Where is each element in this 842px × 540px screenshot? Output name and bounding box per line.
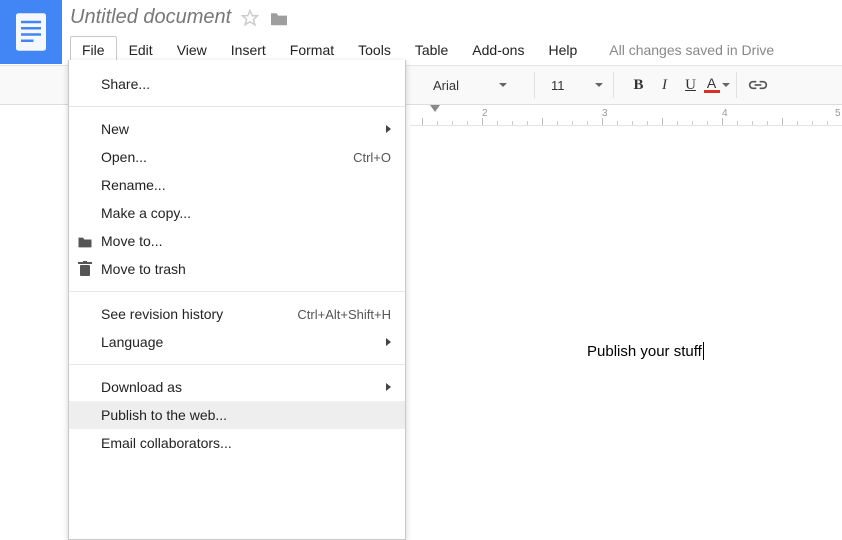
menu-separator <box>69 291 405 292</box>
ruler-tick <box>647 121 648 125</box>
menu-item-rename[interactable]: Rename... <box>69 171 405 199</box>
menu-item-download-as[interactable]: Download as <box>69 373 405 401</box>
menu-label: Download as <box>101 379 182 395</box>
text-format-group: B I U A <box>620 72 737 98</box>
menu-addons[interactable]: Add-ons <box>460 36 536 64</box>
text-color-button[interactable]: A <box>704 72 730 98</box>
menu-item-move-to[interactable]: Move to... <box>69 227 405 255</box>
font-size-value: 11 <box>551 78 565 93</box>
ruler-tick <box>542 118 543 125</box>
title-row: Untitled document <box>70 6 289 29</box>
italic-button[interactable]: I <box>652 72 678 98</box>
document-title[interactable]: Untitled document <box>70 6 231 29</box>
chevron-down-icon <box>499 83 507 87</box>
text-color-bar <box>704 90 720 93</box>
insert-link-button[interactable] <box>743 72 773 98</box>
ruler-tick <box>632 121 633 125</box>
move-folder-icon[interactable] <box>269 10 289 26</box>
menu-separator <box>69 106 405 107</box>
chevron-down-icon <box>722 83 730 87</box>
submenu-arrow-icon <box>386 338 391 346</box>
menu-shortcut: Ctrl+Alt+Shift+H <box>297 307 391 322</box>
menu-label: Open... <box>101 149 147 165</box>
menu-item-share[interactable]: Share... <box>69 70 405 98</box>
ruler-tick <box>812 121 813 125</box>
document-text[interactable]: Publish your stuff <box>587 342 704 360</box>
submenu-arrow-icon <box>386 383 391 391</box>
indent-marker-icon[interactable] <box>430 105 440 112</box>
menu-table[interactable]: Table <box>403 36 460 64</box>
ruler-tick <box>452 121 453 125</box>
file-dropdown-menu: Share... New Open... Ctrl+O Rename... Ma… <box>68 60 406 540</box>
chevron-down-icon <box>595 83 603 87</box>
menu-item-revision-history[interactable]: See revision history Ctrl+Alt+Shift+H <box>69 300 405 328</box>
trash-icon <box>77 261 93 277</box>
menu-label: Move to... <box>101 233 162 249</box>
menu-label: New <box>101 121 129 137</box>
menu-label: Share... <box>101 76 150 92</box>
menu-item-publish-web[interactable]: Publish to the web... <box>69 401 405 429</box>
docs-icon <box>16 13 46 51</box>
ruler-tick <box>767 121 768 125</box>
menu-item-make-copy[interactable]: Make a copy... <box>69 199 405 227</box>
menu-item-open[interactable]: Open... Ctrl+O <box>69 143 405 171</box>
menu-item-move-trash[interactable]: Move to trash <box>69 255 405 283</box>
text-color-letter: A <box>707 77 716 89</box>
ruler-tick <box>722 118 723 125</box>
ruler-tick <box>497 121 498 125</box>
ruler[interactable]: 2 3 4 5 <box>410 106 842 126</box>
ruler-tick <box>572 121 573 125</box>
menu-shortcut: Ctrl+O <box>353 150 391 165</box>
ruler-tick <box>662 118 663 125</box>
ruler-tick <box>617 121 618 125</box>
ruler-tick <box>737 121 738 125</box>
ruler-tick <box>782 118 783 125</box>
ruler-tick <box>677 121 678 125</box>
save-status: All changes saved in Drive <box>609 42 774 58</box>
ruler-tick <box>437 121 438 125</box>
ruler-tick <box>557 121 558 125</box>
menu-label: See revision history <box>101 306 223 322</box>
star-icon[interactable] <box>241 9 259 27</box>
ruler-tick <box>512 121 513 125</box>
ruler-label: 5 <box>835 108 841 119</box>
ruler-tick <box>707 121 708 125</box>
document-text-content: Publish your stuff <box>587 343 702 360</box>
menu-label: Move to trash <box>101 261 186 277</box>
ruler-tick <box>422 118 423 125</box>
bold-button[interactable]: B <box>626 72 652 98</box>
ruler-tick <box>587 121 588 125</box>
ruler-tick <box>797 121 798 125</box>
menu-label: Make a copy... <box>101 205 191 221</box>
ruler-tick <box>482 118 483 125</box>
menu-help[interactable]: Help <box>536 36 589 64</box>
font-size-select[interactable]: 11 <box>541 72 614 98</box>
document-canvas[interactable]: Publish your stuff <box>410 126 842 539</box>
menu-separator <box>69 364 405 365</box>
ruler-tick <box>752 121 753 125</box>
menu-item-email-collaborators[interactable]: Email collaborators... <box>69 429 405 457</box>
folder-icon <box>77 233 93 249</box>
ruler-tick <box>602 118 603 125</box>
menu-label: Publish to the web... <box>101 407 227 423</box>
menu-label: Rename... <box>101 177 166 193</box>
underline-button[interactable]: U <box>678 72 704 98</box>
menu-label: Language <box>101 334 163 350</box>
menu-item-language[interactable]: Language <box>69 328 405 356</box>
ruler-tick <box>692 121 693 125</box>
submenu-arrow-icon <box>386 125 391 133</box>
app-brand[interactable] <box>0 0 62 64</box>
text-cursor <box>703 342 704 360</box>
menu-item-new[interactable]: New <box>69 115 405 143</box>
menu-label: Email collaborators... <box>101 435 232 451</box>
font-family-value: Arial <box>433 78 459 93</box>
ruler-tick <box>827 121 828 125</box>
ruler-tick <box>467 121 468 125</box>
ruler-tick <box>527 121 528 125</box>
font-family-select[interactable]: Arial <box>425 72 535 98</box>
